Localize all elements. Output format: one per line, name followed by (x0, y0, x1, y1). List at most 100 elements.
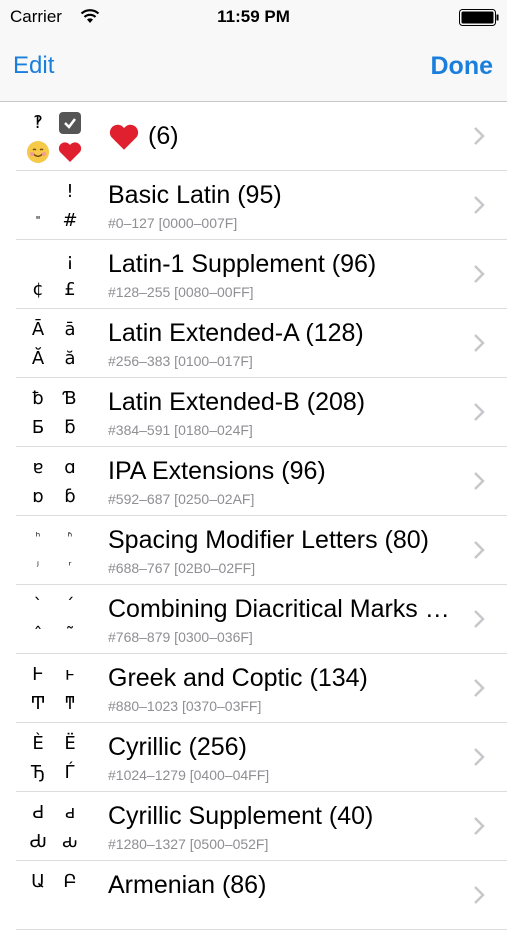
block-title: Combining Diacritical Marks (112) (108, 595, 453, 623)
heart-icon (54, 137, 86, 166)
glyph: ɓ (64, 485, 76, 507)
glyph (54, 896, 86, 925)
list-item-latin-extended-b[interactable]: ƀ Ɓ Ƃ ƃ Latin Extended-B (208) #384–591 … (0, 378, 507, 447)
favorites-title: (6) (108, 122, 453, 151)
glyph: Ë (64, 732, 76, 754)
glyph: È (32, 732, 44, 754)
unicode-block-list[interactable]: ‽ (6) ! " # Basic Latin (95) #0–127 [000… (0, 102, 507, 930)
interrobang-glyph: ‽ (33, 111, 43, 133)
clock: 11:59 PM (217, 7, 290, 26)
checkbox-icon (54, 108, 86, 137)
glyph: # (62, 209, 78, 231)
glyph: Ƃ (31, 416, 45, 438)
glyph-preview: Ա Բ (22, 867, 86, 925)
glyph-preview: ¡ ¢ £ (22, 246, 86, 304)
favorites-glyph-preview: ‽ (22, 108, 86, 166)
block-title: Latin Extended-A (128) (108, 319, 364, 347)
list-item-combining-diacritical-marks[interactable]: ` ´ ˆ ˜ Combining Diacritical Marks (112… (0, 585, 507, 654)
block-title: Armenian (86) (108, 871, 267, 899)
block-title: Cyrillic Supplement (40) (108, 802, 374, 830)
list-item-favorites[interactable]: ‽ (6) (0, 102, 507, 171)
glyph: ¢ (32, 278, 44, 300)
list-item-basic-latin[interactable]: ! " # Basic Latin (95) #0–127 [0000–007F… (0, 171, 507, 240)
block-range: #1280–1327 [0500–052F] (108, 836, 269, 852)
block-title: Greek and Coptic (134) (108, 664, 368, 692)
block-title: Cyrillic (256) (108, 733, 247, 761)
glyph: ā (64, 318, 76, 340)
heart-icon (109, 124, 139, 150)
glyph: ˆ (33, 623, 43, 645)
glyph: " (35, 214, 41, 227)
glyph-preview: È Ë Ђ Ѓ (22, 729, 86, 787)
glyph: Ͳ (30, 692, 46, 714)
favorites-count: (6) (148, 122, 179, 150)
glyph: ƃ (64, 416, 76, 438)
glyph: ´ (65, 594, 75, 616)
block-title: Latin Extended-B (208) (108, 388, 366, 416)
list-item-cyrillic-supplement[interactable]: Ԁ ԁ Ԃ ԃ Cyrillic Supplement (40) #1280–1… (0, 792, 507, 861)
glyph: ʰ (35, 530, 41, 543)
done-button[interactable]: Done (431, 52, 494, 81)
chevron-right-icon (474, 886, 485, 904)
glyph-preview: ƀ Ɓ Ƃ ƃ (22, 384, 86, 442)
glyph-preview: ɐ ɑ ɒ ɓ (22, 453, 86, 511)
navigation-bar: Edit Done (0, 36, 507, 102)
glyph-preview: ` ´ ˆ ˜ (22, 591, 86, 649)
glyph (22, 896, 54, 925)
block-range: #1024–1279 [0400–04FF] (108, 767, 270, 783)
chevron-right-icon (474, 679, 485, 697)
glyph: £ (64, 278, 76, 300)
chevron-right-icon (474, 265, 485, 283)
glyph: ɐ (32, 456, 44, 478)
block-range: #256–383 [0100–017F] (108, 353, 253, 369)
glyph: Ā (31, 318, 45, 340)
glyph: ˜ (65, 623, 75, 645)
glyph: ԃ (61, 830, 79, 852)
glyph (22, 246, 54, 275)
block-range: #880–1023 [0370–03FF] (108, 698, 262, 714)
glyph-preview: Ԁ ԁ Ԃ ԃ (22, 798, 86, 856)
chevron-right-icon (474, 127, 485, 145)
block-range: #0–127 [0000–007F] (108, 215, 238, 231)
chevron-right-icon (474, 196, 485, 214)
block-range: #128–255 [0080–00FF] (108, 284, 254, 300)
block-range: #592–687 [0250–02AF] (108, 491, 255, 507)
glyph: ! (66, 180, 74, 202)
chevron-right-icon (474, 472, 485, 490)
list-item-cyrillic[interactable]: È Ë Ђ Ѓ Cyrillic (256) #1024–1279 [0400–… (0, 723, 507, 792)
edit-button[interactable]: Edit (13, 52, 54, 80)
block-title: Spacing Modifier Letters (80) (108, 526, 429, 554)
glyph: ͳ (64, 692, 76, 714)
glyph: ɒ (32, 485, 44, 507)
chevron-right-icon (474, 403, 485, 421)
glyph: Ђ (30, 761, 46, 783)
glyph: Ɓ (63, 387, 77, 409)
glyph: ƀ (32, 387, 44, 409)
glyph: ͱ (64, 663, 76, 685)
list-item-greek-and-coptic[interactable]: Ͱ ͱ Ͳ ͳ Greek and Coptic (134) #880–1023… (0, 654, 507, 723)
glyph: ʱ (67, 530, 73, 543)
block-range: #688–767 [02B0–02FF] (108, 560, 256, 576)
list-item-spacing-modifier-letters[interactable]: ʰ ʱ ʲ ʳ Spacing Modifier Letters (80) #6… (0, 516, 507, 585)
smiley-icon (22, 137, 54, 166)
glyph-preview: ʰ ʱ ʲ ʳ (22, 522, 86, 580)
block-title: Basic Latin (95) (108, 181, 282, 209)
glyph-preview: Ͱ ͱ Ͳ ͳ (22, 660, 86, 718)
block-title: Latin-1 Supplement (96) (108, 250, 377, 278)
glyph: ʳ (68, 559, 72, 572)
chevron-right-icon (474, 334, 485, 352)
glyph: Ԃ (28, 830, 48, 852)
glyph: ԁ (64, 801, 76, 823)
block-range: #384–591 [0180–024F] (108, 422, 253, 438)
chevron-right-icon (474, 748, 485, 766)
list-item-latin-1-supplement[interactable]: ¡ ¢ £ Latin-1 Supplement (96) #128–255 [… (0, 240, 507, 309)
glyph: Ͱ (32, 663, 44, 685)
list-item-latin-extended-a[interactable]: Ā ā Ă ă Latin Extended-A (128) #256–383 … (0, 309, 507, 378)
block-title: IPA Extensions (96) (108, 457, 326, 485)
glyph-preview: ! " # (22, 177, 86, 235)
list-item-ipa-extensions[interactable]: ɐ ɑ ɒ ɓ IPA Extensions (96) #592–687 [02… (0, 447, 507, 516)
glyph: ` (33, 594, 43, 616)
glyph: ʲ (37, 559, 39, 572)
list-item-armenian[interactable]: Ա Բ Armenian (86) (0, 861, 507, 930)
glyph: ɑ (64, 456, 76, 478)
